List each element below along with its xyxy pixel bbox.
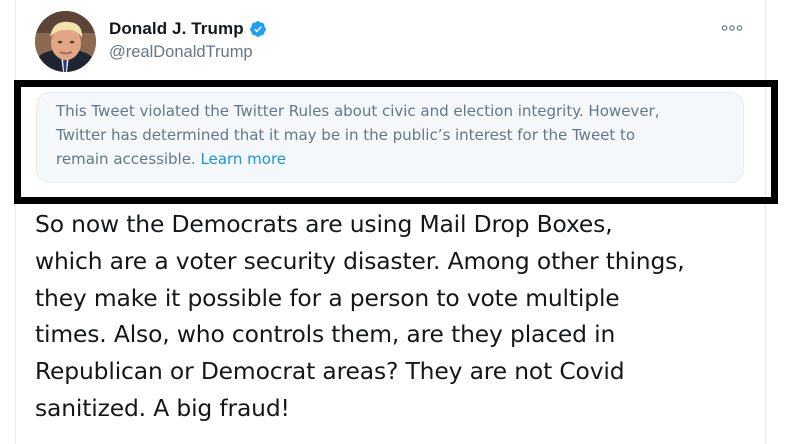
author-display-name[interactable]: Donald J. Trump — [109, 19, 244, 39]
tweet-text: So now the Democrats are using Mail Drop… — [35, 206, 760, 427]
verified-badge-icon — [249, 20, 267, 38]
tweet-line: So now the Democrats are using Mail Drop… — [35, 210, 613, 238]
notice-line: This Tweet violated the Twitter Rules ab… — [56, 102, 660, 120]
policy-notice: This Tweet violated the Twitter Rules ab… — [36, 92, 744, 183]
notice-line-last: remain accessible. Learn more — [56, 147, 725, 171]
tweet-card: Donald J. Trump @realDonaldTrump This Tw… — [0, 0, 789, 444]
learn-more-link[interactable]: Learn more — [200, 150, 286, 168]
policy-notice-text: This Tweet violated the Twitter Rules ab… — [56, 99, 725, 171]
tweet-line: which are a voter security disaster. Amo… — [35, 246, 685, 275]
tweet-line: times. Also, who controls them, are they… — [35, 320, 616, 349]
more-options-icon[interactable] — [719, 18, 745, 38]
tweet-line: sanitized. A big fraud! — [35, 393, 290, 422]
tweet-line: they make it possible for a person to vo… — [35, 283, 620, 312]
timeline-border-right — [765, 0, 766, 444]
tweet-line: Republican or Democrat areas? They are n… — [35, 357, 625, 386]
author-handle[interactable]: @realDonaldTrump — [109, 43, 253, 62]
author-name-row: Donald J. Trump — [109, 17, 267, 41]
notice-line: Twitter has determined that it may be in… — [56, 126, 636, 144]
timeline-border-left — [15, 0, 16, 444]
notice-line: remain accessible. — [56, 150, 196, 168]
profile-photo-icon — [35, 11, 96, 72]
avatar[interactable] — [35, 11, 96, 72]
